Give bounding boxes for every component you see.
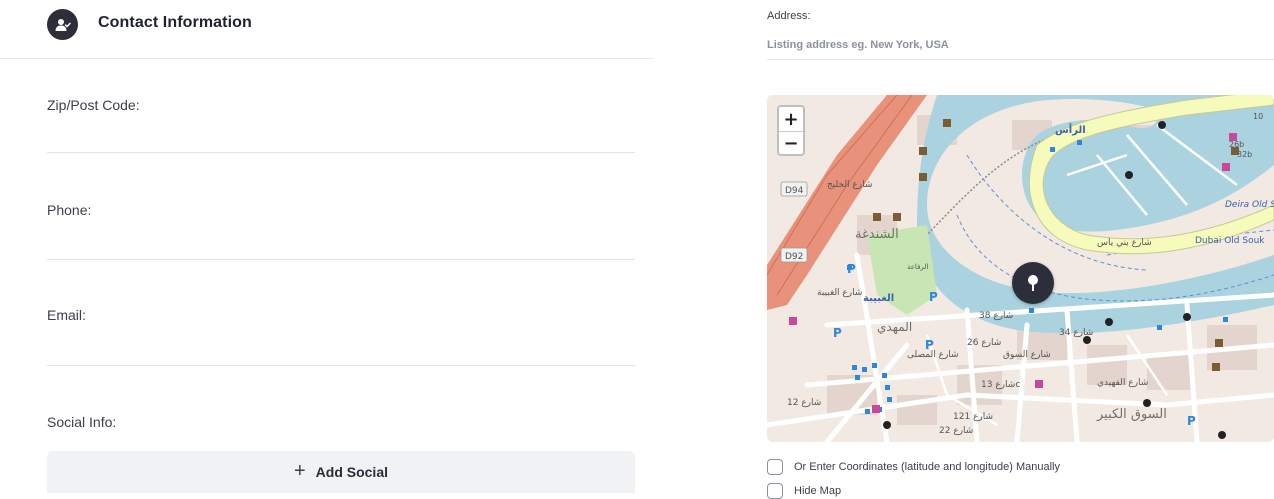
hide-map-option[interactable]: Hide Map (767, 483, 841, 499)
map-label-raffa: الرفاعة (907, 263, 928, 271)
map-label-st-26: شارع 26 (967, 338, 1001, 348)
map-label-d94: D94 (785, 186, 804, 196)
address-input[interactable] (767, 30, 1274, 60)
manual-coords-checkbox[interactable] (767, 459, 783, 475)
phone-input[interactable] (47, 226, 635, 260)
map-label-shindagha: الشندغة (855, 227, 899, 242)
map-label-st-121: شارع 121 (953, 412, 993, 422)
svg-text:P: P (847, 262, 856, 276)
map-label-st-bani-yas: شارع بني ياس (1097, 238, 1152, 248)
hide-map-label: Hide Map (794, 485, 842, 497)
map-pin-icon[interactable] (1012, 262, 1054, 304)
email-label: Email: (47, 307, 86, 323)
map-label-st-12: شارع 12 (787, 398, 821, 408)
map-label-10: 10 (1253, 112, 1263, 121)
zoom-in-button[interactable]: + (779, 107, 803, 131)
map-label-st-souk: شارع السوق (1003, 350, 1051, 360)
hide-map-checkbox[interactable] (767, 483, 783, 499)
map-label-32b: 32b (1237, 150, 1252, 159)
svg-text:P: P (1187, 414, 1196, 428)
user-check-icon (47, 9, 78, 40)
svg-text:P: P (929, 290, 938, 304)
map-label-st-musalla: شارع المصلى (907, 350, 959, 360)
map-label-souk-kabir: السوق الكبير (1096, 407, 1167, 422)
map-label-dubai-old-souk: Dubai Old Souk (1195, 236, 1265, 246)
map-label-ghubaiba: الغبيبة (863, 293, 894, 304)
map-label-st-34: شارع 34 (1059, 328, 1093, 338)
manual-coords-label: Or Enter Coordinates (latitude and longi… (794, 461, 1060, 473)
map-label-st-fahidi: شارع الفهيدي (1097, 378, 1148, 388)
address-label: Address: (767, 10, 811, 22)
map-label-mahdi: المهدي (877, 320, 912, 334)
map-label-st-38: شارع 38 (979, 311, 1013, 321)
map-label-26b: 26b (1229, 140, 1244, 149)
add-social-button[interactable]: + Add Social (47, 451, 635, 493)
section-title: Contact Information (98, 14, 252, 31)
svg-text:P: P (833, 326, 842, 340)
map-label-st-ghubaiba: شارع الغبيبة (817, 288, 862, 298)
phone-label: Phone: (47, 202, 92, 218)
contact-information-header: Contact Information (0, 0, 654, 59)
map-label-st-22: شارع 22 (939, 426, 973, 436)
zip-label: Zip/Post Code: (47, 97, 140, 113)
map-label-d92: D92 (785, 252, 803, 262)
plus-icon: + (293, 460, 306, 482)
email-input[interactable] (47, 332, 635, 366)
map-label-deira-old-souk: Deira Old Souk (1225, 200, 1274, 210)
map-label-st-khaleej: شارع الخليج (827, 180, 872, 190)
zip-input[interactable] (47, 119, 635, 153)
map-zoom-control: + − (777, 105, 805, 156)
zoom-out-button[interactable]: − (779, 131, 803, 154)
social-info-label: Social Info: (47, 414, 117, 430)
map-label-ras: الرأس (1055, 123, 1086, 136)
map-label-st-13: شارع 13c (981, 380, 1020, 390)
manual-coords-option[interactable]: Or Enter Coordinates (latitude and longi… (767, 459, 1060, 475)
add-social-label: Add Social (315, 464, 389, 480)
